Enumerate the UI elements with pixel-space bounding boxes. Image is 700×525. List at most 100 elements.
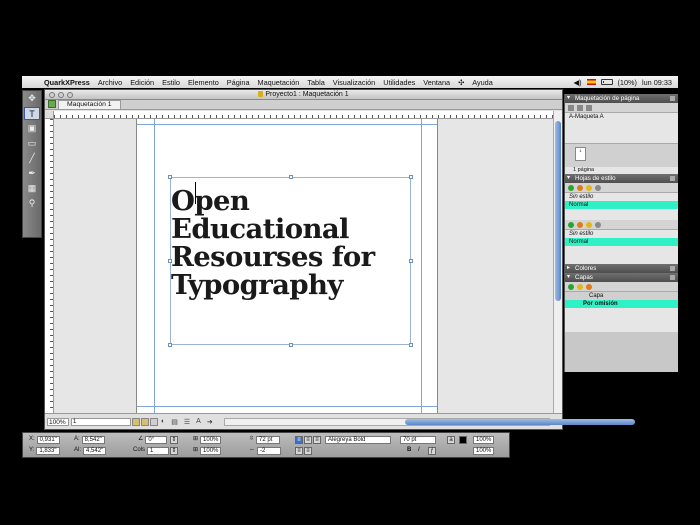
para-style-no-style[interactable]: Sin estilo xyxy=(565,193,678,201)
pen-tool-icon[interactable]: ✒ xyxy=(24,167,40,180)
resize-handle-bl[interactable] xyxy=(168,343,172,347)
menu-visualizacion[interactable]: Visualización xyxy=(329,78,379,87)
page-layout-palette-header[interactable]: Maquetación de página xyxy=(565,94,678,103)
angle-value[interactable]: 0° xyxy=(145,436,168,444)
resize-handle-br[interactable] xyxy=(409,343,413,347)
menu-pagina[interactable]: Página xyxy=(223,78,254,87)
angle-field[interactable]: ∠ 0° xyxy=(138,436,168,444)
width-field[interactable]: A: 8,542" xyxy=(74,436,105,444)
document-page[interactable]: Open Educational Resourses for Typograph… xyxy=(136,119,438,415)
move-to-layer-icon[interactable] xyxy=(586,283,592,290)
master-page-item[interactable]: A-Maqueta A xyxy=(569,114,604,120)
line-tool-icon[interactable]: ╱ xyxy=(24,152,40,165)
h-value[interactable]: 4,542" xyxy=(83,447,107,455)
cols-stepper-icon[interactable]: ⇕ xyxy=(170,447,178,455)
merge-layers-icon[interactable] xyxy=(577,283,583,290)
color-swatch-icon[interactable] xyxy=(459,436,467,444)
battery-icon[interactable] xyxy=(600,79,613,85)
scale-field-2[interactable]: ⊞ 100% xyxy=(193,447,222,455)
layer-default[interactable]: Por omisión xyxy=(565,300,678,308)
char-style-no-style[interactable]: Sin estilo xyxy=(565,230,678,238)
text-content-tool-icon[interactable]: T xyxy=(24,107,40,120)
text-color-icon[interactable]: a xyxy=(447,436,455,444)
input-source-flag-icon[interactable] xyxy=(586,79,596,85)
shade-field-1[interactable]: 100% xyxy=(473,436,495,444)
tab-maquetacion-1[interactable]: Maquetación 1 xyxy=(58,100,121,109)
menu-ayuda[interactable]: Ayuda xyxy=(468,78,497,87)
new-style-icon[interactable] xyxy=(568,184,574,191)
shade2-value[interactable]: 100% xyxy=(473,447,495,455)
cols-value[interactable]: 1 xyxy=(147,447,170,455)
menu-utilidades[interactable]: Utilidades xyxy=(379,78,419,87)
font-size-field[interactable]: 70 pt xyxy=(400,436,436,444)
item-tool-icon[interactable]: ✥ xyxy=(24,92,40,105)
headline-text[interactable]: Open Educational Resourses for Typograph… xyxy=(171,187,411,299)
vertical-scrollbar[interactable] xyxy=(553,111,562,415)
scripts-menu-icon[interactable]: ✣ xyxy=(454,78,468,87)
x-value[interactable]: 0,931" xyxy=(36,436,60,444)
picture-content-tool-icon[interactable]: ▣ xyxy=(24,122,40,135)
resize-handle-tc[interactable] xyxy=(289,175,293,179)
vertical-ruler[interactable] xyxy=(45,119,54,415)
page-next-icon[interactable] xyxy=(141,417,149,426)
list-view-icon[interactable]: ☰ xyxy=(184,418,190,426)
duplicate-style-icon[interactable] xyxy=(586,184,592,191)
text-box[interactable]: Open Educational Resourses for Typograph… xyxy=(168,175,413,347)
y-value[interactable]: 1,833" xyxy=(36,447,60,455)
edit-char-style-icon[interactable] xyxy=(577,221,583,228)
valign-center-icon[interactable]: ≡ xyxy=(304,447,312,455)
duplicate-page-icon[interactable] xyxy=(577,104,583,111)
duplicate-char-style-icon[interactable] xyxy=(586,221,592,228)
angle-stepper-icon[interactable]: ⇕ xyxy=(170,436,178,444)
horizontal-scroll-thumb[interactable] xyxy=(404,418,635,425)
layers-view-icon[interactable]: ▤ xyxy=(171,418,178,426)
height-field[interactable]: Al: 4,542" xyxy=(74,447,107,455)
resize-handle-tl[interactable] xyxy=(168,175,172,179)
new-char-style-icon[interactable] xyxy=(568,221,574,228)
palette-close-icon[interactable] xyxy=(670,176,675,181)
menu-edicion[interactable]: Edición xyxy=(126,78,158,87)
page-number-field[interactable]: 1 xyxy=(71,417,131,426)
menu-clock[interactable]: lun 09:33 xyxy=(642,78,672,87)
horizontal-scrollbar[interactable] xyxy=(223,417,635,426)
layers-palette-header[interactable]: Capas xyxy=(565,273,678,282)
palette-close-icon[interactable] xyxy=(670,96,675,101)
colors-palette-header[interactable]: Colores xyxy=(565,264,678,273)
cols-field[interactable]: Cols 1 xyxy=(133,447,170,455)
font-value[interactable]: Alegreya Bold xyxy=(325,436,391,444)
shade-field-2[interactable]: 100% xyxy=(473,447,495,455)
volume-icon[interactable]: ◀) xyxy=(573,78,581,87)
text-effects-icon[interactable]: ƒ xyxy=(428,447,436,455)
align-center-icon[interactable]: ≡ xyxy=(304,436,312,444)
tracking-value[interactable]: -2 xyxy=(257,447,281,455)
menu-ventana[interactable]: Ventana xyxy=(419,78,454,87)
shade1-value[interactable]: 100% xyxy=(473,436,495,444)
resize-handle-bc[interactable] xyxy=(289,343,293,347)
palette-close-icon[interactable] xyxy=(670,266,675,271)
bold-toggle[interactable]: B xyxy=(407,447,413,455)
leading-value[interactable]: 72 pt xyxy=(256,436,281,444)
align-right-icon[interactable]: ≡ xyxy=(313,436,321,444)
menu-elemento[interactable]: Elemento xyxy=(184,78,223,87)
char-style-normal[interactable]: Normal xyxy=(565,238,678,246)
scale1-value[interactable]: 100% xyxy=(200,436,222,444)
ruler-origin[interactable] xyxy=(45,111,54,119)
scale-field-1[interactable]: ⊞ 100% xyxy=(193,436,222,444)
para-style-normal[interactable]: Normal xyxy=(565,201,678,209)
palette-close-icon[interactable] xyxy=(670,275,675,280)
y-field[interactable]: Y: 1,833" xyxy=(29,447,60,455)
view-split-icon[interactable] xyxy=(150,417,158,426)
horizontal-ruler[interactable] xyxy=(54,111,554,119)
zoom-field[interactable]: 100% xyxy=(47,417,69,426)
menu-maquetacion[interactable]: Maquetación xyxy=(254,78,304,87)
delete-style-icon[interactable] xyxy=(595,184,601,191)
text-view-icon[interactable]: A xyxy=(196,418,201,425)
preview-icon[interactable]: ◐ xyxy=(161,418,165,425)
italic-toggle[interactable]: I xyxy=(418,447,422,455)
x-field[interactable]: X: 0,931" xyxy=(29,436,60,444)
font-field[interactable]: Alegreya Bold xyxy=(325,436,391,444)
align-left-icon[interactable]: ≡ xyxy=(295,436,303,444)
new-page-icon[interactable] xyxy=(568,104,574,111)
tracking-field[interactable]: ⇔ -2 xyxy=(249,447,281,455)
menu-archivo[interactable]: Archivo xyxy=(94,78,126,87)
